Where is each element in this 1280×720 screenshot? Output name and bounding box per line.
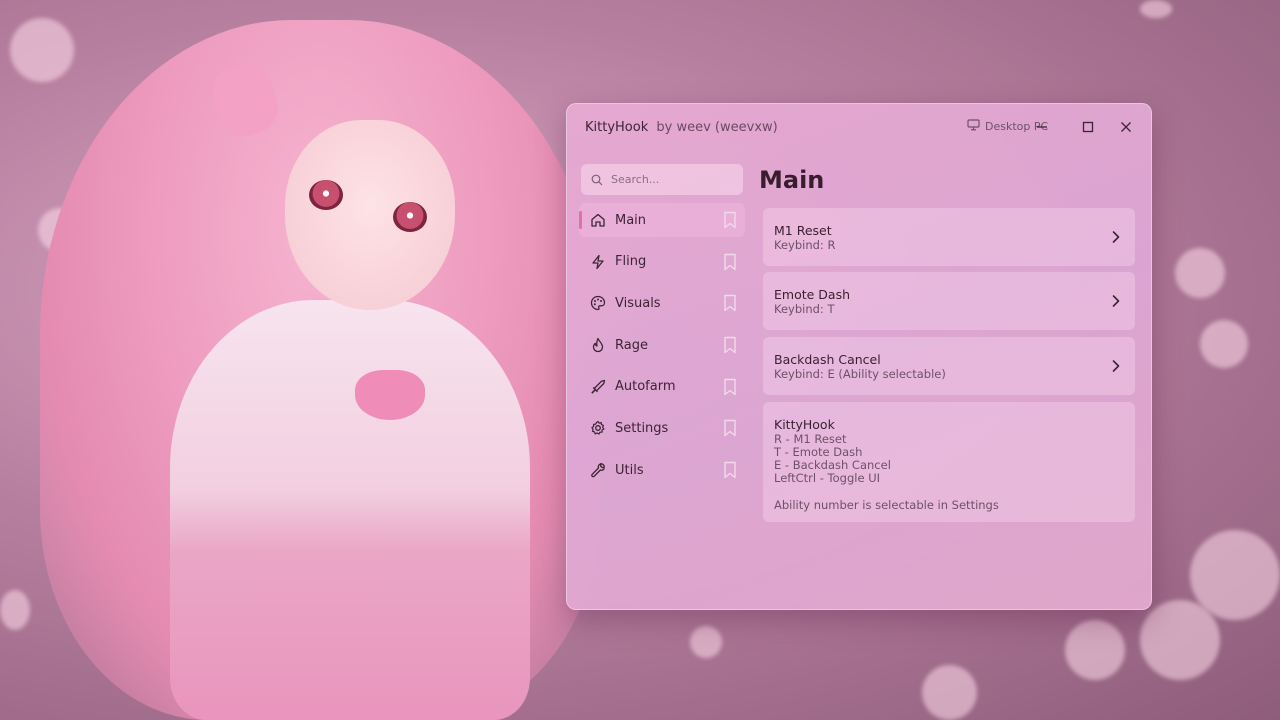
page-title: Main: [759, 166, 825, 194]
sidebar-item-autofarm[interactable]: Autofarm: [579, 370, 745, 404]
search-icon: [591, 174, 603, 186]
option-keybind: Keybind: T: [774, 302, 835, 316]
character-eye: [309, 180, 343, 210]
minimize-button[interactable]: [1033, 118, 1051, 136]
sidebar-item-label: Fling: [615, 254, 647, 270]
title-bar[interactable]: KittyHook by weev (weevxw) Desktop PC: [567, 104, 1151, 150]
sidebar-item-fling[interactable]: Fling: [579, 245, 745, 279]
sidebar-item-label: Main: [615, 212, 647, 228]
sword-icon: [589, 378, 607, 396]
app-author: by weev (weevxw): [656, 120, 778, 135]
chevron-right-icon: [1111, 359, 1121, 373]
sidebar-item-rage[interactable]: Rage: [579, 328, 745, 362]
sidebar-item-label: Autofarm: [615, 379, 676, 395]
search-input[interactable]: [609, 172, 733, 187]
sidebar-item-label: Utils: [615, 462, 644, 478]
character-face: [285, 120, 455, 310]
bookmark-icon[interactable]: [723, 378, 737, 396]
sidebar-item-label: Settings: [615, 420, 669, 436]
option-backdash-cancel[interactable]: Backdash Cancel Keybind: E (Ability sele…: [763, 337, 1135, 395]
bookmark-icon[interactable]: [723, 211, 737, 229]
lightning-icon: [589, 253, 607, 271]
sidebar-item-settings[interactable]: Settings: [579, 411, 745, 445]
monitor-icon: [967, 119, 980, 134]
bokeh-light: [0, 590, 30, 630]
palette-icon: [589, 294, 607, 312]
bookmark-icon[interactable]: [723, 461, 737, 479]
info-line: T - Emote Dash: [774, 445, 863, 459]
option-m1-reset[interactable]: M1 Reset Keybind: R: [763, 208, 1135, 266]
option-title: Backdash Cancel: [774, 352, 881, 367]
bokeh-light: [1175, 248, 1225, 298]
character-ribbon: [355, 370, 425, 420]
bokeh-light: [1140, 600, 1220, 680]
option-emote-dash[interactable]: Emote Dash Keybind: T: [763, 272, 1135, 330]
info-line: LeftCtrl - Toggle UI: [774, 471, 880, 485]
close-button[interactable]: [1117, 118, 1135, 136]
search-box[interactable]: [581, 164, 743, 195]
sidebar-item-utils[interactable]: Utils: [579, 453, 745, 487]
option-title: Emote Dash: [774, 287, 851, 302]
character-eye: [393, 202, 427, 232]
bookmark-icon[interactable]: [723, 419, 737, 437]
app-window: KittyHook by weev (weevxw) Desktop PC Se…: [566, 103, 1152, 610]
sidebar-nav: Main Fling Visuals Rage Autofarm Setting…: [579, 203, 745, 495]
info-line: R - M1 Reset: [774, 432, 847, 446]
option-keybind: Keybind: E (Ability selectable): [774, 367, 946, 381]
wrench-icon: [589, 461, 607, 479]
bokeh-light: [1065, 620, 1125, 680]
sidebar-item-label: Visuals: [615, 295, 661, 311]
gear-icon: [589, 419, 607, 437]
chevron-right-icon: [1111, 294, 1121, 308]
option-keybind: Keybind: R: [774, 238, 836, 252]
option-title: M1 Reset: [774, 223, 832, 238]
minimize-icon: [1037, 126, 1047, 128]
info-title: KittyHook: [774, 417, 835, 432]
sidebar-item-label: Rage: [615, 337, 648, 353]
bokeh-light: [10, 18, 74, 82]
bokeh-light: [1200, 320, 1248, 368]
maximize-icon: [1082, 121, 1094, 133]
home-icon: [589, 211, 607, 229]
close-icon: [1121, 122, 1131, 132]
sidebar-item-visuals[interactable]: Visuals: [579, 286, 745, 320]
maximize-button[interactable]: [1079, 118, 1097, 136]
window-title: KittyHook by weev (weevxw): [585, 120, 778, 135]
bookmark-icon[interactable]: [723, 336, 737, 354]
bokeh-light: [690, 626, 722, 658]
bookmark-icon[interactable]: [723, 253, 737, 271]
sidebar-item-main[interactable]: Main: [579, 203, 745, 237]
chevron-right-icon: [1111, 230, 1121, 244]
info-card: KittyHook R - M1 Reset T - Emote Dash E …: [763, 402, 1135, 522]
bookmark-icon[interactable]: [723, 294, 737, 312]
bokeh-light: [1140, 0, 1172, 18]
character-body: [170, 300, 530, 720]
bokeh-light: [922, 665, 977, 720]
bokeh-light: [1190, 530, 1280, 620]
flame-icon: [589, 336, 607, 354]
info-note: Ability number is selectable in Settings: [774, 498, 999, 512]
info-line: E - Backdash Cancel: [774, 458, 891, 472]
app-name: KittyHook: [585, 120, 649, 135]
